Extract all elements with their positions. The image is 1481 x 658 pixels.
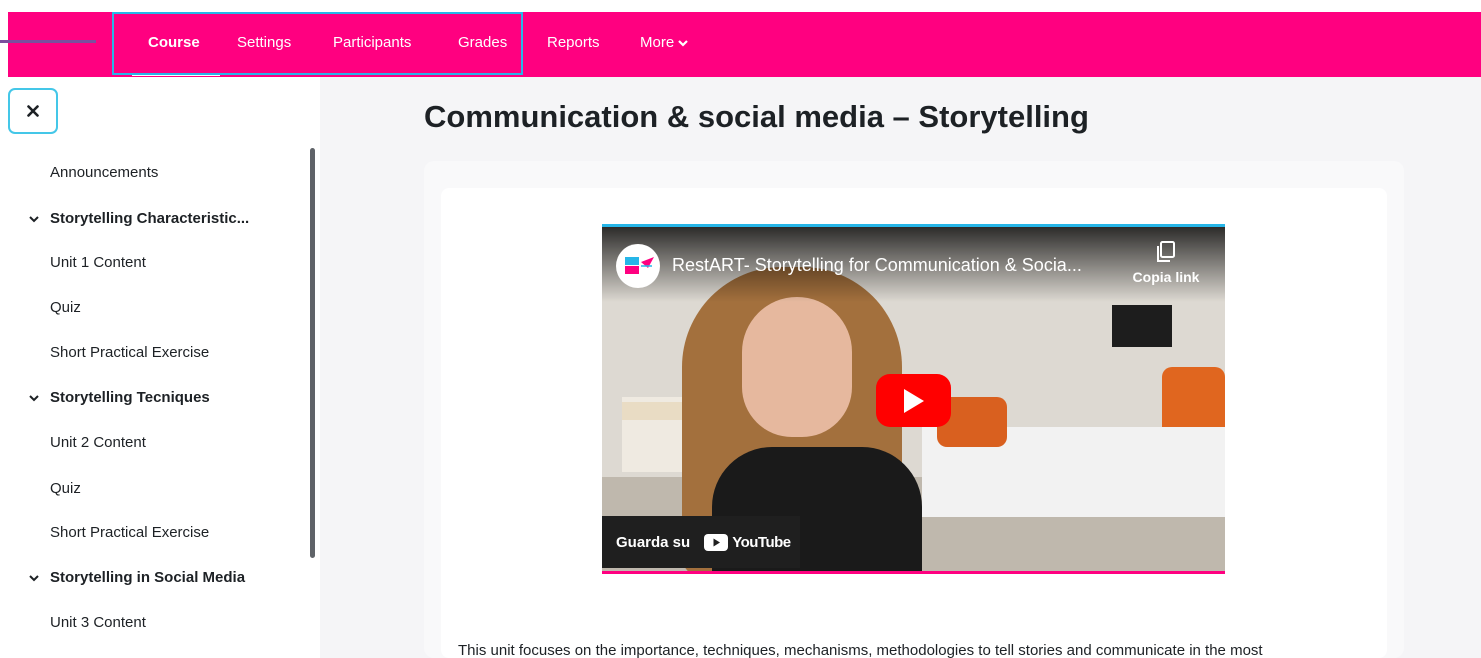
drawer-section-label: Storytelling in Social Media bbox=[50, 569, 246, 586]
channel-avatar[interactable] bbox=[616, 244, 660, 288]
copy-link-button[interactable]: Copia link bbox=[1130, 241, 1202, 285]
chevron-down-icon[interactable] bbox=[28, 392, 40, 404]
nav-tab-grades[interactable]: Grades bbox=[458, 12, 507, 74]
play-button[interactable] bbox=[876, 374, 951, 427]
drawer-item-quiz-2[interactable]: Quiz bbox=[50, 479, 81, 499]
nav-tab-settings[interactable]: Settings bbox=[237, 12, 291, 74]
drawer-section-characteristics[interactable]: Storytelling Characteristic... bbox=[28, 209, 249, 229]
drawer-item-unit-2-content[interactable]: Unit 2 Content bbox=[50, 433, 146, 453]
close-drawer-button[interactable] bbox=[8, 88, 58, 134]
video-embed[interactable]: RestART- Storytelling for Communication … bbox=[602, 224, 1225, 574]
drawer-section-techniques[interactable]: Storytelling Tecniques bbox=[28, 388, 210, 408]
watch-on-label: Guarda su bbox=[616, 533, 691, 551]
drawer-section-social-media[interactable]: Storytelling in Social Media bbox=[28, 568, 245, 588]
watch-on-youtube-button[interactable]: Guarda su YouTube bbox=[602, 516, 800, 568]
drawer-item-exercise-2[interactable]: Short Practical Exercise bbox=[50, 523, 209, 543]
drawer-item-unit-3-content[interactable]: Unit 3 Content bbox=[50, 613, 146, 633]
close-icon bbox=[27, 105, 39, 117]
active-tab-indicator bbox=[132, 73, 220, 76]
unit-description: This unit focuses on the importance, tec… bbox=[458, 642, 1263, 658]
copy-icon bbox=[1157, 241, 1175, 262]
youtube-icon bbox=[704, 533, 729, 551]
nav-tab-reports[interactable]: Reports bbox=[547, 12, 600, 74]
drawer-section-label: Storytelling Tecniques bbox=[50, 389, 210, 406]
video-frame-person-face bbox=[742, 297, 852, 437]
drawer-item-exercise-1[interactable]: Short Practical Exercise bbox=[50, 343, 209, 363]
nav-tab-participants[interactable]: Participants bbox=[333, 12, 411, 74]
video-title[interactable]: RestART- Storytelling for Communication … bbox=[672, 255, 1082, 276]
drawer-item-announcements[interactable]: Announcements bbox=[50, 163, 158, 183]
nav-tab-course[interactable]: Course bbox=[148, 12, 200, 74]
drawer-item-quiz-1[interactable]: Quiz bbox=[50, 298, 81, 318]
chevron-down-icon[interactable] bbox=[28, 572, 40, 584]
youtube-logo: YouTube bbox=[704, 533, 791, 551]
nav-more-label: More bbox=[640, 34, 675, 51]
drawer-item-unit-1-content[interactable]: Unit 1 Content bbox=[50, 253, 146, 273]
drawer-section-label: Storytelling Characteristic... bbox=[50, 210, 250, 227]
page-title: Communication & social media – Storytell… bbox=[424, 99, 1089, 134]
video-frame-monitor bbox=[1112, 305, 1172, 347]
pointer-line bbox=[0, 40, 96, 43]
nav-tab-more[interactable]: More bbox=[640, 12, 689, 74]
drawer-scrollbar[interactable] bbox=[310, 148, 315, 558]
top-strip bbox=[0, 0, 1481, 12]
play-icon bbox=[903, 388, 924, 413]
youtube-wordmark: YouTube bbox=[732, 533, 791, 551]
chevron-down-icon[interactable] bbox=[28, 213, 40, 225]
course-navbar bbox=[8, 12, 1481, 77]
chevron-down-icon bbox=[678, 40, 688, 47]
copy-link-label: Copia link bbox=[1132, 269, 1200, 285]
restart-logo-icon bbox=[625, 257, 654, 274]
